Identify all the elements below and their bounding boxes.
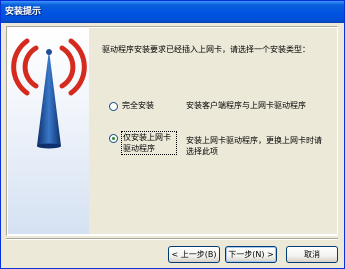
option-driver-only-description: 安装上网卡驱动程序，更换上网卡时请选择此项 bbox=[186, 136, 322, 156]
option-driver-only[interactable]: 仅安装上网卡驱动程序 bbox=[109, 131, 177, 155]
wireless-signal-icon bbox=[11, 38, 87, 149]
next-button[interactable]: 下一步(N) > bbox=[225, 246, 277, 263]
window-title: 安装提示 bbox=[5, 7, 42, 17]
radio-driver-only[interactable] bbox=[109, 134, 118, 143]
option-driver-only-label[interactable]: 仅安装上网卡驱动程序 bbox=[121, 131, 177, 155]
option-full-install-label[interactable]: 完全安装 bbox=[122, 100, 154, 111]
radio-full-install[interactable] bbox=[109, 102, 118, 111]
option-full-install[interactable]: 完全安装 bbox=[109, 100, 154, 111]
instruction-text: 驱动程序安装要求已经插入上网卡，请选择一个安装类型： bbox=[102, 45, 310, 54]
content-area: 驱动程序安装要求已经插入上网卡，请选择一个安装类型： 完全安装 安装客户端程序与… bbox=[89, 28, 337, 234]
option-full-install-description: 安装客户端程序与上网卡驱动程序 bbox=[186, 101, 306, 110]
title-bar[interactable]: 安装提示 bbox=[1, 1, 344, 23]
setup-dialog: 安装提示 驱动程序安装要求已经插入上网卡，请选择一个安装类型： 完全安装 安装客… bbox=[0, 0, 345, 269]
main-panel: 驱动程序安装要求已经插入上网卡，请选择一个安装类型： 完全安装 安装客户端程序与… bbox=[6, 26, 338, 236]
side-banner bbox=[8, 28, 89, 234]
footer-separator bbox=[6, 238, 338, 240]
back-button[interactable]: < 上一步(B) bbox=[168, 246, 220, 263]
cancel-button[interactable]: 取消 bbox=[286, 246, 338, 263]
